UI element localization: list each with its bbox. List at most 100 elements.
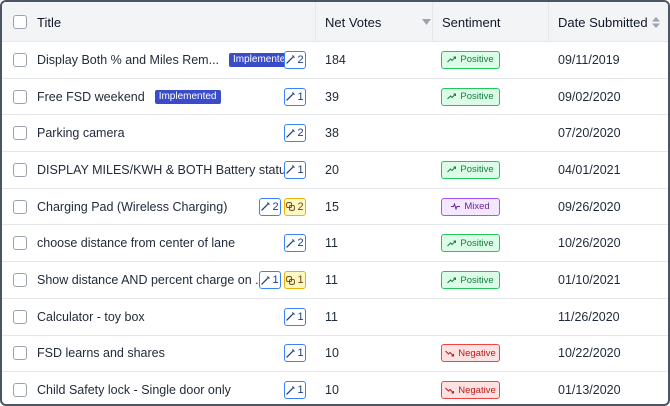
column-header-date-submitted[interactable]: Date Submitted — [558, 2, 660, 42]
row-checkbox-cell[interactable] — [13, 226, 27, 262]
row-checkbox-cell[interactable] — [13, 299, 27, 335]
row-title[interactable]: choose distance from center of lane — [37, 236, 235, 250]
idea-count-chip[interactable]: 1 — [284, 160, 306, 179]
row-checkbox-cell[interactable] — [13, 79, 27, 115]
feedback-table: Title Net Votes Sentiment Date Submitted… — [0, 0, 670, 406]
column-header-sentiment-label: Sentiment — [442, 14, 501, 30]
row-checkbox-cell[interactable] — [13, 42, 27, 78]
select-all-checkbox-cell[interactable] — [13, 2, 27, 42]
title-cell[interactable]: FSD learns and shares — [37, 336, 165, 372]
title-cell[interactable]: Calculator - toy box — [37, 299, 145, 335]
idea-count-chip[interactable]: 1 — [284, 381, 306, 400]
row-title[interactable]: Charging Pad (Wireless Charging) — [37, 200, 227, 214]
sort-both-icon[interactable] — [652, 16, 660, 28]
idea-count-chip[interactable]: 1 — [284, 344, 306, 363]
row-title[interactable]: Show distance AND percent charge on ... — [37, 273, 266, 287]
table-row[interactable]: FSD learns and shares 1 10 Negative 10/22/20… — [2, 336, 668, 373]
row-title[interactable]: Parking camera — [37, 126, 125, 140]
idea-count-chip[interactable]: 2 — [284, 50, 306, 69]
row-checkbox[interactable] — [13, 346, 27, 361]
row-title[interactable]: Display Both % and Miles Rem... — [37, 53, 219, 67]
table-row[interactable]: Child Safety lock - Single door only 1 10 N… — [2, 372, 668, 404]
title-cell[interactable]: Display Both % and Miles Rem... Implement… — [37, 42, 295, 78]
row-checkbox[interactable] — [13, 273, 27, 288]
row-checkbox[interactable] — [13, 309, 27, 324]
title-cell[interactable]: Child Safety lock - Single door only — [37, 372, 231, 404]
table-row[interactable]: Show distance AND percent charge on ... 1… — [2, 262, 668, 299]
idea-count-chip[interactable]: 1 — [259, 271, 281, 290]
net-votes-value: 15 — [325, 199, 339, 214]
table-row[interactable]: Charging Pad (Wireless Charging) 2 2 15 Mixe… — [2, 189, 668, 226]
table-row[interactable]: Calculator - toy box 1 11 11/26/2020 — [2, 299, 668, 336]
idea-count-chip[interactable]: 2 — [284, 124, 306, 143]
idea-count-chip[interactable]: 1 — [284, 307, 306, 326]
implemented-badge: Implemented — [154, 89, 221, 104]
table-row[interactable]: DISPLAY MILES/KWH & BOTH Battery status … — [2, 152, 668, 189]
magic-wand-icon — [286, 238, 296, 248]
table-row[interactable]: Display Both % and Miles Rem... Implement… — [2, 42, 668, 79]
row-checkbox[interactable] — [13, 89, 27, 104]
row-checkbox-cell[interactable] — [13, 115, 27, 151]
title-cell[interactable]: Free FSD weekend Implemented — [37, 79, 221, 115]
row-checkbox[interactable] — [13, 236, 27, 251]
column-divider[interactable] — [432, 2, 433, 42]
sort-desc-icon[interactable] — [422, 19, 431, 25]
sentiment-badge: Mixed — [441, 197, 500, 216]
row-title[interactable]: DISPLAY MILES/KWH & BOTH Battery status … — [37, 163, 306, 177]
column-divider[interactable] — [315, 2, 316, 42]
net-votes-value: 10 — [325, 383, 339, 398]
row-checkbox[interactable] — [13, 126, 27, 141]
row-checkbox-cell[interactable] — [13, 189, 27, 225]
column-divider[interactable] — [548, 2, 549, 42]
row-checkbox[interactable] — [13, 199, 27, 214]
title-cell[interactable]: Show distance AND percent charge on ... — [37, 262, 266, 298]
sentiment-badge: Positive — [441, 160, 500, 179]
row-title[interactable]: Child Safety lock - Single door only — [37, 383, 231, 397]
title-cell[interactable]: choose distance from center of lane — [37, 226, 235, 262]
row-checkbox-cell[interactable] — [13, 262, 27, 298]
chips-cell: 1 — [281, 152, 306, 188]
sentiment-label: Negative — [458, 384, 496, 396]
date-cell: 01/13/2020 — [558, 372, 621, 404]
idea-count-chip[interactable]: 2 — [284, 234, 306, 253]
date-submitted-value: 04/01/2021 — [558, 162, 621, 177]
sentiment-cell: Positive — [441, 42, 500, 78]
chip-count: 1 — [297, 347, 304, 360]
table-row[interactable]: Free FSD weekend Implemented 1 39 Positive 09… — [2, 79, 668, 116]
table-row[interactable]: Parking camera 2 38 07/20/2020 — [2, 115, 668, 153]
linked-count-chip[interactable]: 1 — [284, 271, 306, 290]
sentiment-label: Positive — [460, 91, 494, 103]
title-cell[interactable]: Charging Pad (Wireless Charging) — [37, 189, 227, 225]
idea-count-chip[interactable]: 2 — [259, 197, 281, 216]
chip-count: 2 — [272, 200, 279, 213]
sentiment-cell: Negative — [441, 372, 500, 404]
select-all-checkbox[interactable] — [13, 15, 27, 29]
net-votes-cell: 11 — [325, 226, 338, 262]
row-checkbox[interactable] — [13, 52, 27, 67]
title-cell[interactable]: Parking camera — [37, 115, 125, 151]
linked-count-chip[interactable]: 2 — [284, 197, 306, 216]
date-submitted-value: 01/10/2021 — [558, 273, 621, 288]
net-votes-cell: 184 — [325, 42, 346, 78]
chips-cell: 1 — [281, 336, 306, 372]
column-header-net-votes[interactable]: Net Votes — [325, 2, 431, 42]
row-checkbox-cell[interactable] — [13, 372, 27, 404]
title-cell[interactable]: DISPLAY MILES/KWH & BOTH Battery status … — [37, 152, 306, 188]
row-checkbox[interactable] — [13, 162, 27, 177]
column-header-title[interactable]: Title — [37, 2, 61, 42]
row-checkbox[interactable] — [13, 383, 27, 398]
date-cell: 04/01/2021 — [558, 152, 621, 188]
row-checkbox-cell[interactable] — [13, 152, 27, 188]
date-cell: 10/26/2020 — [558, 226, 621, 262]
row-title[interactable]: Free FSD weekend — [37, 90, 145, 104]
sentiment-badge: Positive — [441, 87, 500, 106]
row-title[interactable]: FSD learns and shares — [37, 346, 165, 360]
date-cell: 09/11/2019 — [558, 42, 620, 78]
row-title[interactable]: Calculator - toy box — [37, 310, 145, 324]
column-header-sentiment[interactable]: Sentiment — [442, 2, 501, 42]
trend-up-icon — [447, 56, 457, 63]
row-checkbox-cell[interactable] — [13, 336, 27, 372]
idea-count-chip[interactable]: 1 — [284, 87, 306, 106]
table-row[interactable]: choose distance from center of lane 2 11 Po… — [2, 226, 668, 263]
net-votes-cell: 20 — [325, 152, 339, 188]
